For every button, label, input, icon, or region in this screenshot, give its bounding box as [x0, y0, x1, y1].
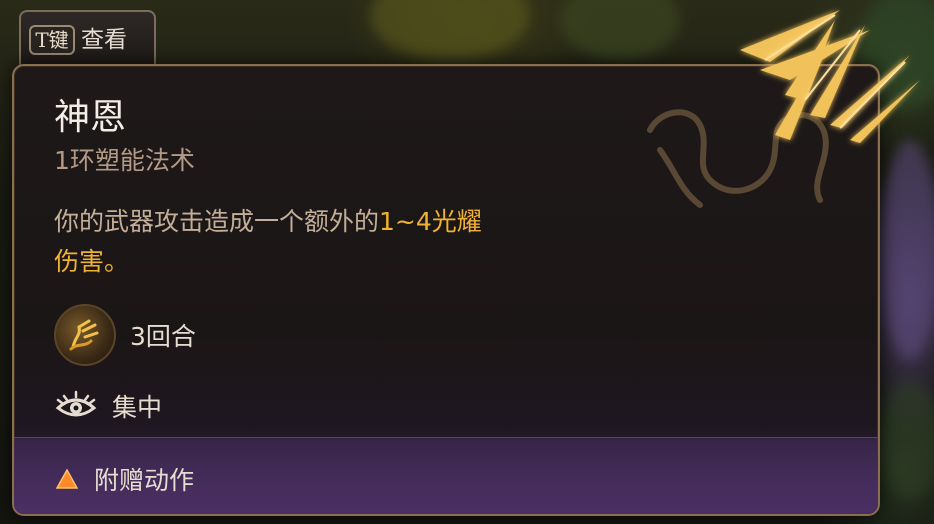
- divine-favor-spell-icon: [54, 304, 116, 366]
- background-foliage: [880, 380, 934, 500]
- inspect-label: 查看: [81, 27, 127, 53]
- spell-name: 神恩: [54, 97, 127, 138]
- inspect-key-hint[interactable]: T键 查看: [19, 10, 156, 68]
- spell-description: 你的武器攻击造成一个额外的1~4光耀伤害。: [54, 202, 614, 282]
- background-foliage: [370, 0, 530, 60]
- concentration-row: 集中: [54, 388, 162, 424]
- action-type-row: 附赠动作: [54, 461, 194, 497]
- bonus-action-triangle-icon: [54, 466, 80, 492]
- description-text-end: 伤害。: [54, 247, 130, 276]
- game-scene: T键 查看 神恩 1环塑能法术 你的武器攻击造成一个额外的1~4光耀伤害。 3回…: [0, 0, 934, 524]
- damage-highlight: 1~4光耀: [379, 207, 482, 236]
- keyboard-key-badge: T键: [29, 25, 75, 55]
- concentration-text: 集中: [112, 393, 163, 422]
- action-type-text: 附赠动作: [94, 466, 195, 495]
- eye-icon: [54, 390, 98, 422]
- spell-tooltip-card: 神恩 1环塑能法术 你的武器攻击造成一个额外的1~4光耀 伤害。 3回合 集中 …: [12, 64, 880, 516]
- duration-row: 3回合: [54, 304, 196, 366]
- background-flowers: [880, 140, 934, 360]
- duration-text: 3回合: [130, 322, 196, 351]
- background-foliage: [560, 0, 680, 60]
- description-text: 你的武器攻击造成一个额外的: [54, 207, 380, 236]
- spell-level-school: 1环塑能法术: [54, 146, 195, 175]
